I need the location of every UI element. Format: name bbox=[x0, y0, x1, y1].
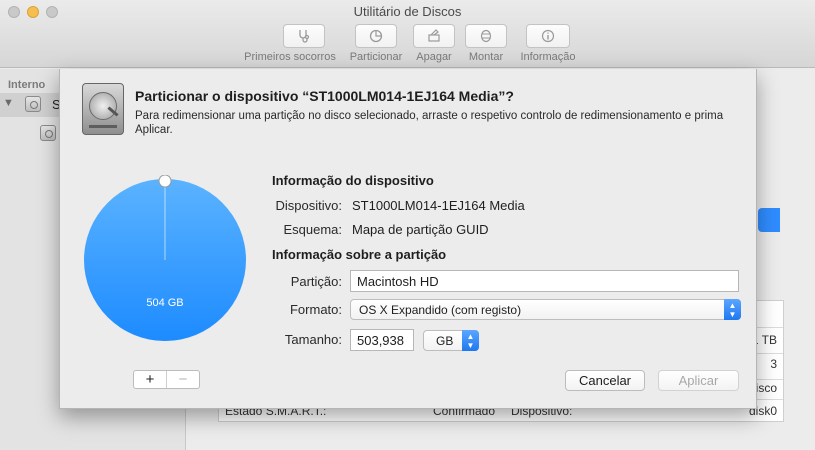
disclosure-triangle-icon[interactable]: ▼ bbox=[3, 97, 14, 109]
size-input[interactable] bbox=[350, 329, 414, 351]
erase-label: Apagar bbox=[416, 51, 452, 63]
partition-button[interactable] bbox=[355, 24, 397, 48]
resize-handle[interactable] bbox=[158, 175, 172, 188]
format-select[interactable]: OS X Expandido (com registo) ▲ ▼ bbox=[350, 299, 741, 320]
scheme-value: Mapa de partição GUID bbox=[352, 222, 489, 237]
first-aid-button[interactable] bbox=[283, 24, 325, 48]
device-info-heading: Informação do dispositivo bbox=[272, 173, 434, 188]
sidebar-header-internal: Interno bbox=[8, 79, 46, 91]
apply-button[interactable]: Aplicar bbox=[658, 370, 739, 391]
partition-size-label: 504 GB bbox=[146, 297, 183, 309]
partition-label: Particionar bbox=[349, 51, 403, 63]
info-icon bbox=[541, 29, 555, 43]
partition-dialog: Particionar o dispositivo “ST1000LM014-1… bbox=[59, 69, 757, 409]
device-value: ST1000LM014-1EJ164 Media bbox=[352, 198, 525, 213]
info-button[interactable] bbox=[526, 24, 570, 48]
erase-button[interactable] bbox=[413, 24, 455, 48]
device-label: Dispositivo: bbox=[275, 198, 342, 213]
stethoscope-icon bbox=[299, 30, 310, 43]
type-value: isco bbox=[755, 381, 777, 395]
dialog-description: Para redimensionar uma partição no disco… bbox=[135, 110, 724, 136]
partition-name-input[interactable] bbox=[350, 270, 739, 292]
chevron-updown-icon: ▲ ▼ bbox=[724, 299, 741, 320]
add-remove-segmented-control: + − bbox=[133, 370, 200, 389]
chevron-updown-icon: ▲ ▼ bbox=[462, 330, 479, 351]
usage-bar-fragment bbox=[758, 208, 780, 232]
first-aid-label: Primeiros socorros bbox=[244, 51, 336, 63]
mount-icon bbox=[480, 29, 492, 43]
partition-name-label: Partição: bbox=[290, 274, 342, 289]
partition-count-value: 3 bbox=[770, 357, 777, 371]
volume-icon[interactable] bbox=[40, 125, 56, 141]
scheme-label: Esquema: bbox=[283, 222, 342, 237]
mount-button[interactable] bbox=[465, 24, 507, 48]
size-label: Tamanho: bbox=[284, 332, 342, 347]
size-unit-select[interactable]: GB ▲ ▼ bbox=[423, 330, 479, 351]
window-titlebar: Utilitário de Discos Primeiros socorros … bbox=[0, 0, 815, 68]
size-unit-value: GB bbox=[436, 334, 454, 348]
info-label: Informação bbox=[520, 51, 576, 63]
format-select-value: OS X Expandido (com registo) bbox=[359, 303, 522, 317]
partition-info-heading: Informação sobre a partição bbox=[272, 247, 447, 262]
format-label: Formato: bbox=[289, 302, 342, 317]
mount-label: Montar bbox=[468, 51, 504, 63]
dialog-title: Particionar o dispositivo “ST1000LM014-1… bbox=[135, 88, 514, 104]
erase-icon bbox=[428, 29, 440, 42]
add-partition-button[interactable]: + bbox=[134, 371, 166, 388]
remove-partition-button[interactable]: − bbox=[166, 371, 199, 388]
partition-icon bbox=[369, 29, 383, 43]
cancel-button[interactable]: Cancelar bbox=[565, 370, 645, 391]
hard-disk-icon bbox=[82, 83, 124, 135]
window-title: Utilitário de Discos bbox=[353, 4, 462, 19]
hard-disk-icon bbox=[25, 96, 41, 112]
